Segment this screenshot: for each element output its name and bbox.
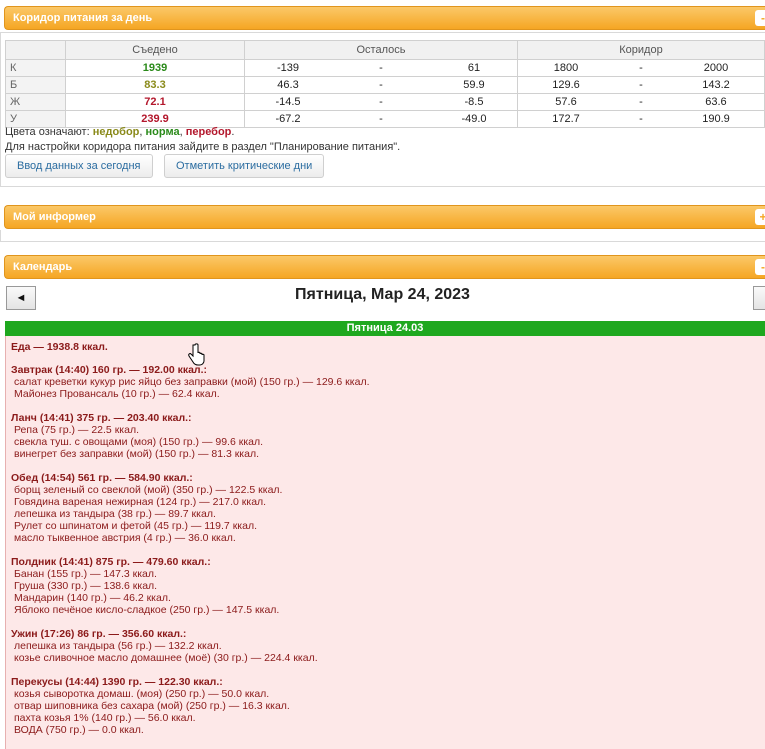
left-range: 46.3 - 59.9 <box>244 76 518 94</box>
range-sep: - <box>639 79 643 91</box>
meal-item: Груша (330 гр.) — 138.6 ккал. <box>14 580 158 592</box>
left-to: -49.0 <box>461 113 487 125</box>
left-from: 46.3 <box>277 79 299 91</box>
range-sep: - <box>379 79 383 91</box>
range-sep: - <box>639 96 643 108</box>
meal-title[interactable]: Обед (14:54) 561 гр. — 584.90 ккал.: <box>11 472 193 484</box>
day-total: Еда — 1938.8 ккал. <box>11 341 108 353</box>
informer-panel-body <box>0 230 765 242</box>
critical-days-button[interactable]: Отметить критические дни <box>164 154 325 178</box>
calendar-date-title: Пятница, Мар 24, 2023 <box>295 286 470 303</box>
corridor-row: Б 83.3 46.3 - 59.9 129.6 - 143.2 <box>5 76 765 94</box>
corridor-panel-header[interactable]: Коридор питания за день - <box>4 6 765 30</box>
meal-item: лепешка из тандыра (56 гр.) — 132.2 ккал… <box>14 640 222 652</box>
meal-title[interactable]: Завтрак (14:40) 160 гр. — 192.00 ккал.: <box>11 364 207 376</box>
range-sep: - <box>379 62 383 74</box>
calendar-panel-title: Календарь <box>13 261 73 273</box>
corridor-range: 172.7 - 190.9 <box>517 110 765 128</box>
corridor-to: 143.2 <box>702 79 730 91</box>
legend-prefix: Цвета означают: <box>5 126 93 138</box>
meal-title[interactable]: Ланч (14:41) 375 гр. — 203.40 ккал.: <box>11 412 192 424</box>
meal-item: салат креветки кукур рис яйцо без заправ… <box>14 376 370 388</box>
left-from: -14.5 <box>275 96 301 108</box>
left-to: 61 <box>467 62 481 74</box>
range-sep: - <box>639 113 643 125</box>
day-details: Еда — 1938.8 ккал. Завтрак (14:40) 160 г… <box>5 336 765 749</box>
header-eaten: Съедено <box>65 40 245 60</box>
meal-item: отвар шиповника без сахара (мой) (250 гр… <box>14 700 290 712</box>
legend-under: недобор <box>92 126 140 138</box>
corridor-from: 57.6 <box>555 96 577 108</box>
meal-item: козье сливочное масло домашнее (моё) (30… <box>14 652 318 664</box>
corridor-table: Съедено Осталось Коридор К 1939 -139 - 61 180… <box>5 40 765 128</box>
meal-item: Майонез Провансаль (10 гр.) — 62.4 ккал. <box>14 388 220 400</box>
corridor-row: Ж 72.1 -14.5 - -8.5 57.6 - 63.6 <box>5 93 765 111</box>
left-to: 59.9 <box>463 79 485 91</box>
informer-panel-title: Мой информер <box>13 211 96 223</box>
left-from: -67.2 <box>275 113 301 125</box>
row-label: Б <box>5 76 66 94</box>
meal-title[interactable]: Перекусы (14:44) 1390 гр. — 122.30 ккал.… <box>11 676 223 688</box>
meal-title[interactable]: Ужин (17:26) 86 гр. — 356.60 ккал.: <box>11 628 186 640</box>
corridor-to: 63.6 <box>705 96 727 108</box>
eaten-value: 83.3 <box>65 76 245 94</box>
collapse-icon[interactable]: - <box>755 10 765 26</box>
meal-item: Рулет со шпинатом и фетой (45 гр.) — 119… <box>14 520 257 532</box>
header-left: Осталось <box>244 40 518 60</box>
collapse-icon[interactable]: - <box>755 259 765 275</box>
meal-item: борщ зеленый со свеклой (мой) (350 гр.) … <box>14 484 283 496</box>
corridor-panel-title: Коридор питания за день <box>13 12 153 24</box>
meal-item: пахта козья 1% (140 гр.) — 56.0 ккал. <box>14 712 196 724</box>
left-from: -139 <box>276 62 300 74</box>
legend-over: перебор <box>185 126 232 138</box>
informer-panel-header[interactable]: Мой информер + <box>4 205 765 229</box>
enter-today-button[interactable]: Ввод данных за сегодня <box>5 154 153 178</box>
corridor-range: 57.6 - 63.6 <box>517 93 765 111</box>
meal-item: винегрет без заправки (мой) (150 гр.) — … <box>14 448 260 460</box>
range-sep: - <box>639 62 643 74</box>
day-header[interactable]: Пятница 24.03 <box>5 321 765 336</box>
meal-item: Банан (155 гр.) — 147.3 ккал. <box>14 568 157 580</box>
range-sep: - <box>379 96 383 108</box>
corridor-to: 190.9 <box>702 113 730 125</box>
expand-icon[interactable]: + <box>755 209 765 225</box>
corridor-from: 129.6 <box>552 79 580 91</box>
meal-item: Репа (75 гр.) — 22.5 ккал. <box>14 424 139 436</box>
left-range: -14.5 - -8.5 <box>244 93 518 111</box>
meal-item: масло тыквенное австрия (4 гр.) — 36.0 к… <box>14 532 236 544</box>
corridor-from: 172.7 <box>552 113 580 125</box>
row-label: К <box>5 59 66 77</box>
left-to: -8.5 <box>464 96 484 108</box>
corridor-range: 129.6 - 143.2 <box>517 76 765 94</box>
meal-item: свекла туш. с овощами (моя) (150 гр.) — … <box>14 436 264 448</box>
meal-item: Говядина вареная нежирная (124 гр.) — 21… <box>14 496 267 508</box>
corridor-from: 1800 <box>553 62 579 74</box>
corridor-row: К 1939 -139 - 61 1800 - 2000 <box>5 59 765 77</box>
header-corridor: Коридор <box>517 40 765 60</box>
legend-end: . <box>231 126 235 138</box>
corridor-to: 2000 <box>703 62 729 74</box>
left-range: -139 - 61 <box>244 59 518 77</box>
hand-cursor-icon <box>188 343 205 366</box>
settings-note: Для настройки коридора питания зайдите в… <box>5 141 401 153</box>
legend-norm: норма <box>145 126 180 138</box>
meal-item: лепешка из тандыра (38 гр.) — 89.7 ккал. <box>14 508 216 520</box>
eaten-value: 1939 <box>65 59 245 77</box>
header-blank <box>5 40 66 60</box>
corridor-range: 1800 - 2000 <box>517 59 765 77</box>
meal-title[interactable]: Полдник (14:41) 875 гр. — 479.60 ккал.: <box>11 556 211 568</box>
eaten-value: 72.1 <box>65 93 245 111</box>
meal-item: ВОДА (750 гр.) — 0.0 ккал. <box>14 724 144 736</box>
legend: Цвета означают: недобор, норма, перебор.… <box>5 125 400 155</box>
meal-item: Яблоко печёное кисло-сладкое (250 гр.) —… <box>14 604 280 616</box>
row-label: Ж <box>5 93 66 111</box>
calendar-panel-header[interactable]: Календарь - <box>4 255 765 279</box>
range-sep: - <box>379 113 383 125</box>
meal-item: Мандарин (140 гр.) — 46.2 ккал. <box>14 592 171 604</box>
meal-item: козья сыворотка домаш. (моя) (250 гр.) —… <box>14 688 270 700</box>
